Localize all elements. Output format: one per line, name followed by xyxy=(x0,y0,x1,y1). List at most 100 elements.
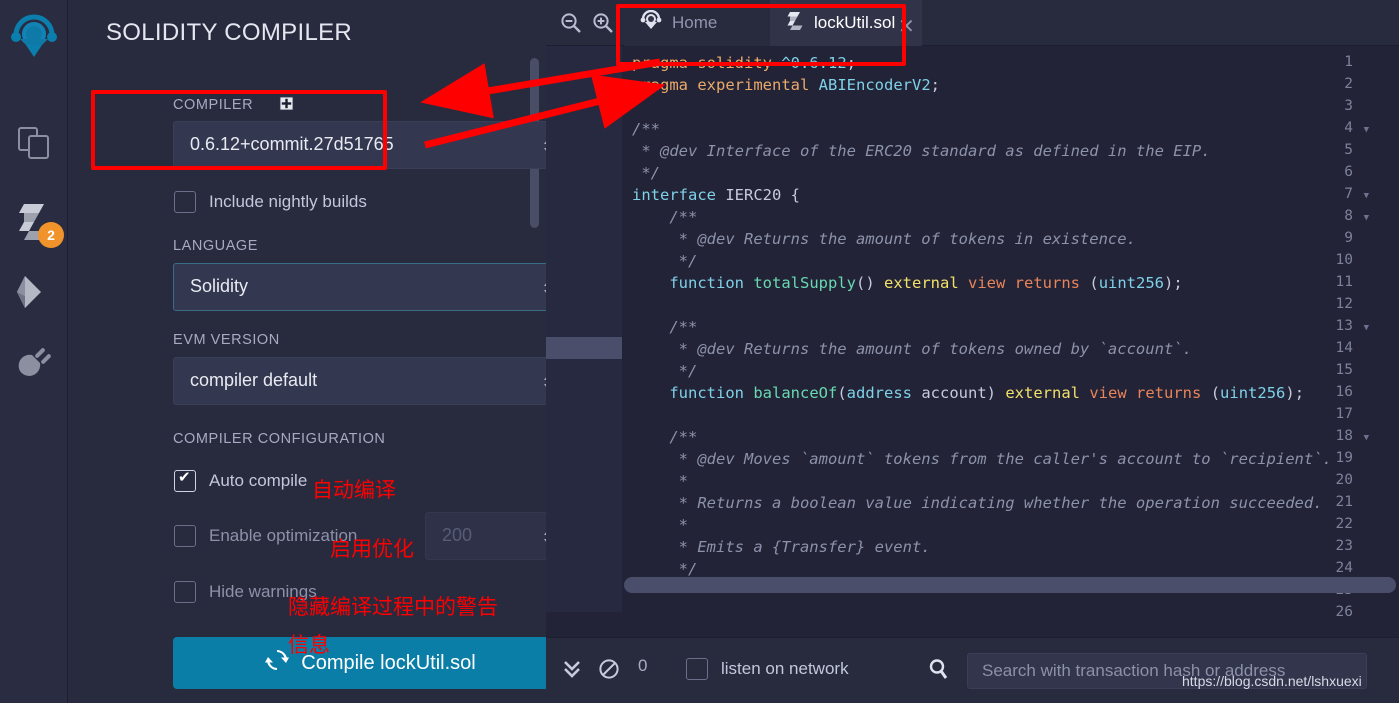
annotation-auto-compile-cn: 自动编译 xyxy=(312,478,396,502)
line-number: 7 xyxy=(1344,186,1353,202)
code-line[interactable]: /** xyxy=(632,120,660,138)
file-explorers-icon[interactable] xyxy=(0,112,68,174)
tab-lockutil-sol-label: lockUtil.sol xyxy=(814,13,896,32)
line-number: 2 xyxy=(1344,76,1353,92)
tab-home[interactable]: Home xyxy=(624,0,770,46)
include-nightly-builds-checkbox[interactable] xyxy=(174,191,196,213)
code-line[interactable]: * xyxy=(632,516,688,534)
code-line[interactable]: /** xyxy=(632,208,697,226)
code-line[interactable]: interface IERC20 { xyxy=(632,186,800,204)
line-number: 10 xyxy=(1335,252,1353,268)
line-number: 23 xyxy=(1335,538,1353,554)
line-number: 11 xyxy=(1335,274,1353,290)
search-icon[interactable] xyxy=(928,657,950,686)
zoom-in-icon[interactable] xyxy=(592,12,614,39)
line-number: 8 xyxy=(1344,208,1353,224)
fold-toggle-icon[interactable]: ▼ xyxy=(1364,125,1369,135)
annotation-enable-optimization-cn: 启用优化 xyxy=(330,537,414,561)
line-number: 4 xyxy=(1344,120,1353,136)
auto-compile-row[interactable]: Auto compile xyxy=(174,468,308,492)
annotation-hide-warnings-cn-1: 隐藏编译过程中的警告 xyxy=(288,595,498,619)
line-number: 18 xyxy=(1335,428,1353,444)
hide-warnings-checkbox[interactable] xyxy=(174,581,196,603)
compiler-version-value: 0.6.12+commit.27d51765 xyxy=(190,134,394,154)
code-line[interactable]: function totalSupply() external view ret… xyxy=(632,274,1182,292)
remix-home-icon xyxy=(640,9,662,37)
line-number: 17 xyxy=(1335,406,1353,422)
code-surface[interactable]: 1 pragma solidity ^0.6.12; 2 pragma experim… xyxy=(546,46,1399,620)
icon-rail: 2 xyxy=(0,0,68,703)
code-editor-area: Home lockUtil.sol ✕ 1 pragma solidity ^0.… xyxy=(546,0,1399,703)
code-line[interactable]: /** xyxy=(632,318,697,336)
evm-version-select[interactable]: compiler default xyxy=(173,357,546,405)
code-line[interactable]: */ xyxy=(632,164,660,182)
line-number: 13 xyxy=(1335,318,1353,334)
fold-toggle-icon[interactable]: ▼ xyxy=(1364,433,1369,443)
code-line[interactable]: /** xyxy=(632,428,697,446)
auto-compile-label: Auto compile xyxy=(209,471,308,490)
code-line[interactable]: * @dev Returns the amount of tokens owne… xyxy=(632,340,1192,358)
evm-version-value: compiler default xyxy=(190,370,318,390)
ban-icon[interactable] xyxy=(598,658,620,685)
listen-on-network-checkbox[interactable] xyxy=(686,658,708,680)
code-line[interactable]: function balanceOf(address account) exte… xyxy=(632,384,1304,402)
listen-on-network-label: listen on network xyxy=(721,659,849,678)
line-number: 26 xyxy=(1335,604,1353,620)
editor-tab-bar: Home lockUtil.sol ✕ xyxy=(546,0,1399,46)
fold-toggle-icon[interactable]: ▼ xyxy=(1364,191,1369,201)
language-select[interactable]: Solidity xyxy=(173,263,546,311)
code-line[interactable]: * @dev Interface of the ERC20 standard a… xyxy=(632,142,1210,160)
language-value: Solidity xyxy=(190,276,249,296)
fold-toggle-icon[interactable]: ▼ xyxy=(1364,213,1369,223)
line-number: 24 xyxy=(1335,560,1353,576)
enable-optimization-checkbox[interactable] xyxy=(174,525,196,547)
compile-button[interactable]: Compile lockUtil.sol xyxy=(173,637,546,689)
plugin-manager-icon[interactable] xyxy=(0,330,68,392)
optimization-runs-value: 200 xyxy=(442,525,473,545)
annotation-hide-warnings-cn-2: 信息 xyxy=(288,633,330,657)
code-line[interactable]: * xyxy=(632,472,688,490)
terminal-count: 0 xyxy=(638,656,648,675)
code-line[interactable]: * @dev Moves `amount` tokens from the ca… xyxy=(632,450,1332,468)
line-number: 5 xyxy=(1344,142,1353,158)
fold-toggle-icon[interactable]: ▼ xyxy=(1364,323,1369,333)
code-line[interactable]: */ xyxy=(632,362,698,380)
code-line[interactable]: * Emits a {Transfer} event. xyxy=(632,538,931,556)
code-line[interactable]: */ xyxy=(632,252,698,270)
solidity-compiler-icon[interactable]: 2 xyxy=(0,190,68,252)
code-line[interactable]: pragma experimental ABIEncoderV2; xyxy=(632,76,940,94)
code-line[interactable]: * Returns a boolean value indicating whe… xyxy=(632,494,1323,512)
code-line[interactable]: * @dev Returns the amount of tokens in e… xyxy=(632,230,1136,248)
deploy-run-icon[interactable] xyxy=(0,262,68,324)
refresh-icon xyxy=(265,648,290,678)
line-number: 21 xyxy=(1335,494,1353,510)
zoom-out-icon[interactable] xyxy=(560,12,582,39)
line-number: 1 xyxy=(1344,54,1353,70)
line-number: 22 xyxy=(1335,516,1353,532)
language-label: LANGUAGE xyxy=(173,238,258,254)
include-nightly-builds-row[interactable]: Include nightly builds xyxy=(174,191,367,213)
line-number-gutter xyxy=(546,46,622,612)
line-number: 14 xyxy=(1335,340,1353,356)
close-icon[interactable]: ✕ xyxy=(898,14,915,39)
solidity-file-icon xyxy=(786,11,804,36)
chevron-double-down-icon[interactable] xyxy=(562,658,582,685)
editor-horizontal-scrollbar[interactable] xyxy=(624,577,1396,593)
terminal-bar: 0 listen on network Search with transact… xyxy=(546,637,1399,703)
watermark: https://blog.csdn.net/lshxuexi xyxy=(1182,673,1362,689)
line-number: 20 xyxy=(1335,472,1353,488)
listen-on-network-row[interactable]: listen on network xyxy=(686,658,849,680)
remix-logo-icon[interactable] xyxy=(0,8,68,70)
line-number: 12 xyxy=(1335,296,1353,312)
add-custom-compiler-icon[interactable] xyxy=(278,95,295,116)
auto-compile-checkbox[interactable] xyxy=(174,468,196,492)
code-line[interactable]: pragma solidity ^0.6.12; xyxy=(632,54,856,72)
line-number: 9 xyxy=(1344,230,1353,246)
code-line[interactable]: */ xyxy=(632,560,698,578)
active-line-highlight xyxy=(546,337,622,359)
include-nightly-builds-label: Include nightly builds xyxy=(209,192,367,211)
line-number: 3 xyxy=(1344,98,1353,114)
compiler-version-select[interactable]: 0.6.12+commit.27d51765 xyxy=(173,121,546,169)
tab-home-label: Home xyxy=(672,13,718,32)
optimization-runs-input[interactable]: 200 xyxy=(425,512,546,560)
